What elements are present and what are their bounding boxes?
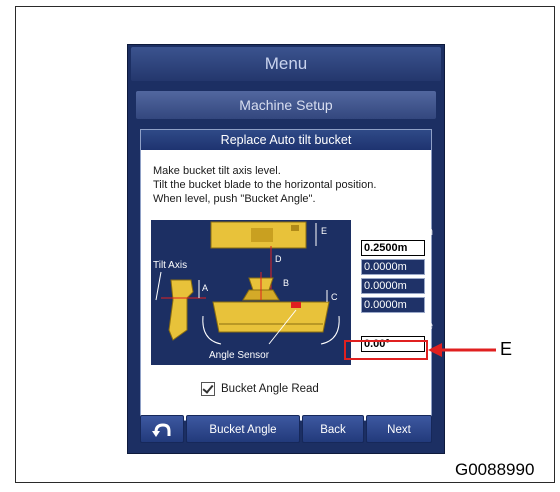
tilt-axis-label: Tilt Axis [153,260,187,271]
field-b-value[interactable]: 0.0000m [361,259,425,275]
field-letter: A [351,242,359,254]
field-c[interactable]: C 0.0000m [349,278,433,296]
mark-a: A [202,283,208,293]
figure-id: G0088990 [455,460,535,479]
mark-d: D [275,254,282,264]
replace-bucket-panel: Replace Auto tilt bucket Make bucket til… [140,129,433,421]
bucket-front-view [212,301,330,333]
callout-arrow-icon [428,343,496,357]
device-screen: Menu Machine Setup Replace Auto tilt buc… [127,44,445,454]
next-button[interactable]: Next [366,415,432,443]
button-bar: Bucket Angle Back Next [140,415,432,445]
bucket-top-sensor [291,225,299,231]
angle-sensor-marker [291,302,301,308]
callout-label: E [500,339,513,359]
instruction-line: Tilt the bucket blade to the horizontal … [153,179,377,191]
mark-c: C [331,292,338,302]
undo-arrow-icon [152,423,171,437]
bucket-angle-button[interactable]: Bucket Angle [186,415,300,443]
menu-title-bar[interactable]: Menu [131,47,441,81]
angle-sensor-label: Angle Sensor [209,350,270,361]
panel-title: Replace Auto tilt bucket [141,130,431,150]
angle-header: Angle [404,320,433,332]
field-letter: D [351,299,359,311]
field-a-value[interactable]: 0.2500m [361,240,425,256]
instructions: Make bucket tilt axis level. Tilt the bu… [153,164,423,206]
callout-highlight-box [344,340,428,360]
checkbox-label: Bucket Angle Read [221,383,319,396]
field-b[interactable]: B 0.0000m [349,259,433,277]
field-c-value[interactable]: 0.0000m [361,278,425,294]
length-header: Length [399,226,433,238]
field-a[interactable]: A 0.2500m [349,240,433,258]
instruction-line: Make bucket tilt axis level. [153,165,281,177]
field-letter: C [351,280,359,292]
mark-b: B [283,278,289,288]
bucket-top-mount [251,228,273,242]
back-button[interactable]: Back [302,415,364,443]
field-letter: B [351,261,359,273]
instruction-line: When level, push "Bucket Angle". [153,193,316,205]
check-icon[interactable] [201,382,215,396]
mark-e: E [321,226,327,236]
machine-setup-bar: Machine Setup [136,91,436,119]
bucket-diagram: E D Tilt Axis A B C Angle Sensor [151,220,351,365]
field-d-value[interactable]: 0.0000m [361,297,425,313]
field-d[interactable]: D 0.0000m [349,297,433,315]
undo-button[interactable] [140,415,184,443]
bucket-angle-read-checkbox[interactable]: Bucket Angle Read [201,382,319,398]
